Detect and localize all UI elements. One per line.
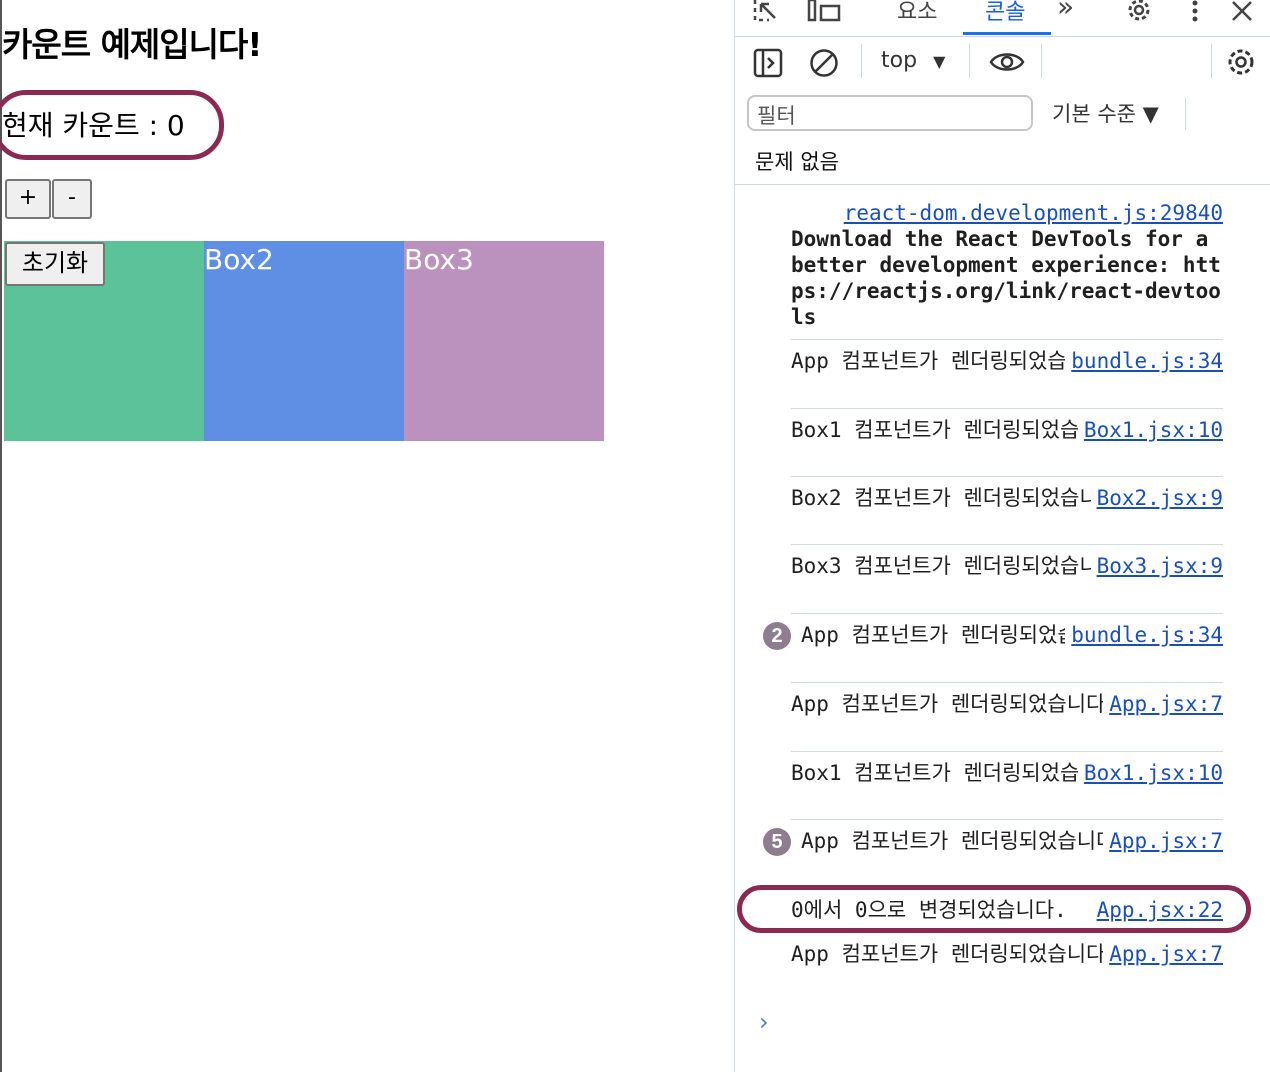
clear-console-icon[interactable]: [809, 48, 839, 82]
page-heading: 카운트 예제입니다!: [2, 25, 262, 64]
divider: [791, 408, 1223, 409]
increment-button[interactable]: +: [5, 179, 51, 219]
message-source-link[interactable]: Box1.jsx:10: [1077, 417, 1223, 443]
message-source-link[interactable]: bundle.js:34: [1065, 622, 1223, 648]
toolbar-divider: [1211, 44, 1212, 78]
filter-input[interactable]: 필터: [747, 95, 1033, 131]
reset-button[interactable]: 초기화: [5, 242, 105, 286]
tab-console[interactable]: 콘솔: [985, 0, 1025, 26]
box3: Box3: [404, 241, 604, 441]
context-label: top: [881, 48, 918, 73]
message-source-link[interactable]: Box2.jsx:9: [1090, 485, 1223, 511]
message-source-link[interactable]: App.jsx:7: [1103, 941, 1223, 967]
message-source-link[interactable]: bundle.js:34: [1065, 348, 1223, 374]
divider: [791, 932, 1223, 933]
divider: [791, 613, 1223, 614]
message-source-link[interactable]: react-dom.development.js:29840: [844, 201, 1223, 225]
divider: [791, 339, 1223, 340]
console-prompt-icon[interactable]: ›: [759, 1008, 769, 1036]
message-source-link[interactable]: Box3.jsx:9: [1090, 553, 1223, 579]
divider: [791, 476, 1223, 477]
inspect-element-icon[interactable]: [753, 0, 787, 26]
device-toolbar-icon[interactable]: [807, 0, 843, 26]
log-level-select[interactable]: 기본 수준 ▼: [1052, 98, 1159, 128]
console-message: Box1 컴포넌트가 렌더링되었습니다! Box1.jsx:10: [791, 760, 1223, 812]
console-message: react-dom.development.js:29840 Download …: [791, 200, 1223, 330]
box3-label: Box3: [404, 243, 474, 276]
toolbar-divider: [861, 44, 862, 78]
console-message: App 컴포넌트가 렌더링되었습니다! App.jsx:7: [801, 828, 1223, 880]
toolbar-divider: [1041, 44, 1042, 78]
divider: [791, 751, 1223, 752]
issues-status[interactable]: 문제 없음: [755, 146, 839, 176]
console-message: App 컴포넌트가 렌더링되었습니다! bundle.js:34: [801, 622, 1223, 674]
devtools-tabbar: 요소 콘솔 »: [735, 0, 1270, 37]
repeat-count-badge: 2: [763, 622, 791, 650]
devtools-panel: 요소 콘솔 » top ▼ 필터 기본 수준 ▼ 문제 없음 react-dom…: [734, 0, 1270, 1072]
message-text: Download the React DevTools for a better…: [791, 227, 1221, 329]
toolbar-divider: [969, 44, 970, 78]
box2: Box2: [204, 241, 404, 441]
console-message: App 컴포넌트가 렌더링되었습니다! App.jsx:7: [791, 941, 1223, 993]
console-message: Box3 컴포넌트가 렌더링되었습니다! Box3.jsx:9: [791, 553, 1223, 605]
message-source-link[interactable]: App.jsx:7: [1103, 691, 1223, 717]
gear-icon[interactable]: [1123, 0, 1155, 28]
repeat-count-badge: 5: [763, 828, 791, 856]
console-settings-gear-icon[interactable]: [1225, 46, 1257, 82]
message-source-link[interactable]: App.jsx:22: [1090, 897, 1223, 923]
message-source-link[interactable]: App.jsx:7: [1103, 828, 1223, 854]
console-message: Box1 컴포넌트가 렌더링되었습니다! Box1.jsx:10: [791, 417, 1223, 469]
chevron-down-icon: ▼: [933, 52, 946, 71]
more-tabs-icon[interactable]: »: [1057, 0, 1074, 23]
eye-icon[interactable]: [989, 50, 1025, 78]
console-message: App 컴포넌트가 렌더링되었습니다! bundle.js:34: [791, 348, 1223, 400]
sidebar-toggle-icon[interactable]: [753, 48, 783, 82]
decrement-button[interactable]: -: [52, 179, 92, 219]
console-message: App 컴포넌트가 렌더링되었습니다! App.jsx:7: [791, 691, 1223, 743]
current-count: 현재 카운트 : 0: [2, 109, 185, 142]
divider: [735, 184, 1270, 185]
page-viewport: 카운트 예제입니다! 현재 카운트 : 0 + - Box2 Box3 초기화: [0, 0, 734, 1072]
divider: [791, 682, 1223, 683]
toolbar-divider: [1185, 98, 1186, 130]
divider: [791, 819, 1223, 820]
divider: [791, 544, 1223, 545]
close-icon[interactable]: [1231, 0, 1253, 26]
more-options-icon[interactable]: [1191, 0, 1199, 28]
context-selector[interactable]: top ▼: [881, 48, 945, 73]
message-source-link[interactable]: Box1.jsx:10: [1077, 760, 1223, 786]
box2-label: Box2: [204, 243, 274, 276]
console-message: 0에서 0으로 변경되었습니다. App.jsx:22: [791, 897, 1223, 923]
tab-elements[interactable]: 요소: [897, 0, 937, 26]
console-message: Box2 컴포넌트가 렌더링되었습니다! Box2.jsx:9: [791, 485, 1223, 537]
active-tab-indicator: [963, 32, 1051, 35]
console-toolbar: top ▼: [735, 36, 1270, 90]
